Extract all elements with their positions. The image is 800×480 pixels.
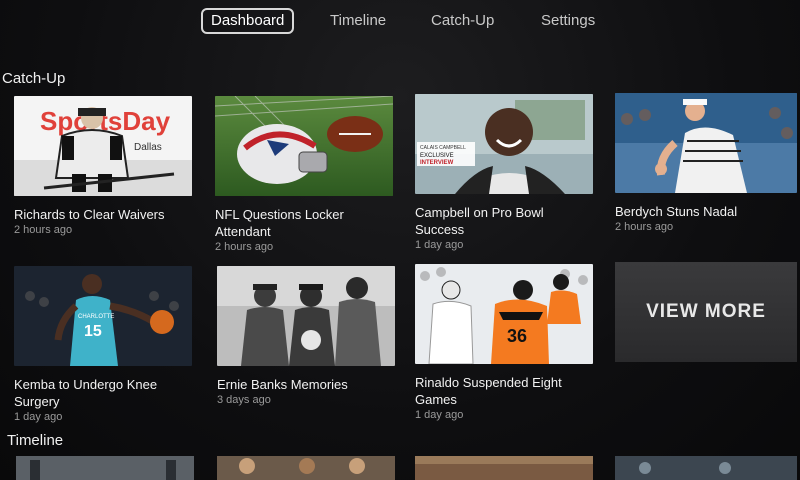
video-card[interactable]: Berdych Stuns Nadal 2 hours ago bbox=[615, 93, 797, 233]
video-card[interactable]: Ernie Banks Memories 3 days ago bbox=[217, 266, 395, 406]
tab-catch-up[interactable]: Catch-Up bbox=[431, 8, 494, 34]
video-timestamp: 2 hours ago bbox=[14, 224, 73, 236]
video-timestamp: 1 day ago bbox=[415, 409, 464, 421]
video-thumbnail bbox=[217, 266, 395, 366]
video-title: Rinaldo Suspended Eight Games bbox=[415, 375, 562, 407]
video-timestamp: 2 hours ago bbox=[615, 221, 674, 233]
video-card[interactable]: CALAIS CAMPBELL EXCLUSIVE INTERVIEW Camp… bbox=[415, 94, 593, 251]
video-timestamp: 3 days ago bbox=[217, 394, 271, 406]
video-thumbnail bbox=[615, 93, 797, 193]
video-title: Ernie Banks Memories bbox=[217, 377, 348, 392]
svg-text:36: 36 bbox=[507, 326, 527, 346]
tab-timeline[interactable]: Timeline bbox=[330, 8, 386, 34]
video-timestamp: 2 hours ago bbox=[215, 241, 274, 253]
video-thumbnail: CHARLOTTE 15 bbox=[14, 266, 192, 366]
video-title: Campbell on Pro Bowl Success bbox=[415, 205, 544, 237]
video-timestamp: 1 day ago bbox=[415, 239, 464, 251]
svg-text:EXCLUSIVE: EXCLUSIVE bbox=[420, 153, 454, 159]
video-card[interactable]: 36 Rinaldo Suspended Eight Games 1 day a… bbox=[415, 264, 593, 421]
section-title-catch-up: Catch-Up bbox=[2, 70, 66, 87]
svg-text:15: 15 bbox=[84, 323, 102, 340]
video-card[interactable]: NFL Questions Locker Attendant 2 hours a… bbox=[215, 96, 393, 253]
video-title: Richards to Clear Waivers bbox=[14, 207, 165, 222]
section-title-timeline: Timeline bbox=[7, 432, 64, 449]
svg-text:Dallas: Dallas bbox=[134, 142, 162, 153]
video-card[interactable]: SportsDay Dallas Richards to Clear Waive… bbox=[14, 96, 192, 236]
video-thumbnail: 36 bbox=[415, 264, 593, 364]
video-title: Kemba to Undergo Knee Surgery bbox=[14, 377, 158, 409]
svg-text:CALAIS CAMPBELL: CALAIS CAMPBELL bbox=[420, 145, 466, 151]
video-thumbnail bbox=[215, 96, 393, 196]
video-timestamp: 1 day ago bbox=[14, 411, 63, 423]
svg-text:INTERVIEW: INTERVIEW bbox=[420, 160, 454, 166]
timeline-thumbnail[interactable] bbox=[415, 456, 593, 480]
tab-settings[interactable]: Settings bbox=[541, 8, 595, 34]
svg-text:CHARLOTTE: CHARLOTTE bbox=[78, 314, 114, 320]
timeline-thumbnail[interactable] bbox=[615, 456, 797, 480]
video-card[interactable]: CHARLOTTE 15 Kemba to Undergo Knee Surge… bbox=[14, 266, 192, 423]
top-nav: Dashboard Timeline Catch-Up Settings bbox=[0, 6, 800, 40]
timeline-thumbnail[interactable] bbox=[16, 456, 194, 480]
video-thumbnail: CALAIS CAMPBELL EXCLUSIVE INTERVIEW bbox=[415, 94, 593, 194]
video-title: NFL Questions Locker Attendant bbox=[215, 207, 344, 239]
video-thumbnail: SportsDay Dallas bbox=[14, 96, 192, 196]
timeline-thumbnail[interactable] bbox=[217, 456, 395, 480]
view-more-button[interactable]: VIEW MORE bbox=[615, 262, 797, 362]
video-title: Berdych Stuns Nadal bbox=[615, 204, 738, 219]
tab-dashboard[interactable]: Dashboard bbox=[201, 8, 295, 34]
